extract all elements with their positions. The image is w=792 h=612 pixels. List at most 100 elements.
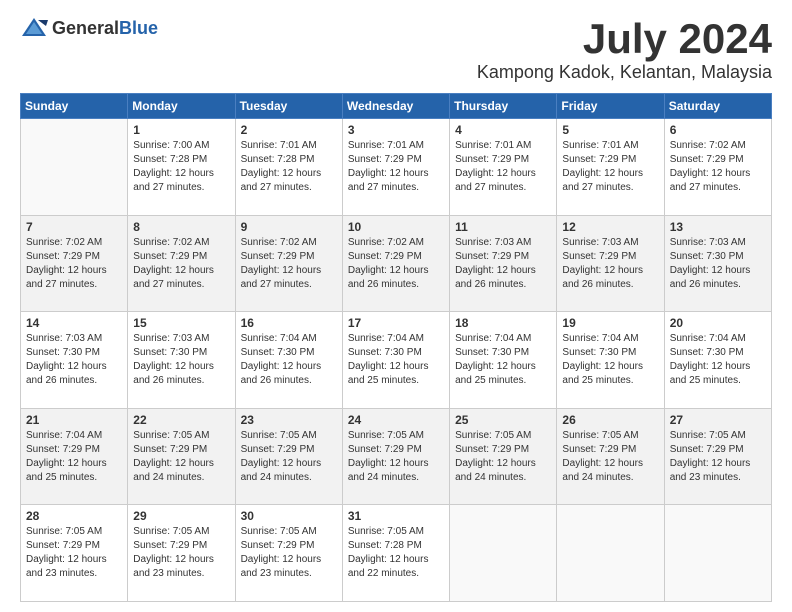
- day-info: Sunrise: 7:00 AMSunset: 7:28 PMDaylight:…: [133, 139, 229, 195]
- day-number: 23: [241, 413, 337, 427]
- day-info: Sunrise: 7:03 AMSunset: 7:29 PMDaylight:…: [455, 236, 551, 292]
- day-number: 12: [562, 220, 658, 234]
- title-block: July 2024 Kampong Kadok, Kelantan, Malay…: [477, 16, 772, 83]
- table-row: 5 Sunrise: 7:01 AMSunset: 7:29 PMDaylight…: [557, 119, 664, 216]
- table-row: 23Sunrise: 7:05 AMSunset: 7:29 PMDayligh…: [235, 408, 342, 505]
- day-info: Sunrise: 7:02 AMSunset: 7:29 PMDaylight:…: [133, 236, 229, 292]
- col-tuesday: Tuesday: [235, 94, 342, 119]
- calendar-week-row: 7 Sunrise: 7:02 AMSunset: 7:29 PMDaylight…: [21, 215, 772, 312]
- table-row: 6 Sunrise: 7:02 AMSunset: 7:29 PMDaylight…: [664, 119, 771, 216]
- day-number: 9: [241, 220, 337, 234]
- day-info: Sunrise: 7:04 AMSunset: 7:30 PMDaylight:…: [455, 332, 551, 388]
- logo-icon: [20, 16, 48, 40]
- day-number: 5: [562, 123, 658, 137]
- day-number: 22: [133, 413, 229, 427]
- table-row: 28 Sunrise: 7:05 AMSunset: 7:29 PMDayligh…: [21, 505, 128, 602]
- day-info: Sunrise: 7:02 AMSunset: 7:29 PMDaylight:…: [670, 139, 766, 195]
- table-row: 1 Sunrise: 7:00 AMSunset: 7:28 PMDaylight…: [128, 119, 235, 216]
- calendar-week-row: 14Sunrise: 7:03 AMSunset: 7:30 PMDayligh…: [21, 312, 772, 409]
- day-info: Sunrise: 7:01 AMSunset: 7:29 PMDaylight:…: [455, 139, 551, 195]
- table-row: 29 Sunrise: 7:05 AMSunset: 7:29 PMDayligh…: [128, 505, 235, 602]
- day-info: Sunrise: 7:05 AMSunset: 7:29 PMDaylight:…: [133, 525, 229, 581]
- calendar-week-row: 1 Sunrise: 7:00 AMSunset: 7:28 PMDaylight…: [21, 119, 772, 216]
- day-info: Sunrise: 7:02 AMSunset: 7:29 PMDaylight:…: [241, 236, 337, 292]
- day-number: 28: [26, 509, 122, 523]
- day-info: Sunrise: 7:04 AMSunset: 7:29 PMDaylight:…: [26, 429, 122, 485]
- col-friday: Friday: [557, 94, 664, 119]
- day-number: 30: [241, 509, 337, 523]
- day-info: Sunrise: 7:03 AMSunset: 7:30 PMDaylight:…: [26, 332, 122, 388]
- table-row: 15Sunrise: 7:03 AMSunset: 7:30 PMDayligh…: [128, 312, 235, 409]
- day-number: 13: [670, 220, 766, 234]
- day-info: Sunrise: 7:02 AMSunset: 7:29 PMDaylight:…: [348, 236, 444, 292]
- calendar-header-row: Sunday Monday Tuesday Wednesday Thursday…: [21, 94, 772, 119]
- day-number: 10: [348, 220, 444, 234]
- day-number: 20: [670, 316, 766, 330]
- col-wednesday: Wednesday: [342, 94, 449, 119]
- table-row: 7 Sunrise: 7:02 AMSunset: 7:29 PMDaylight…: [21, 215, 128, 312]
- day-number: 25: [455, 413, 551, 427]
- table-row: 20Sunrise: 7:04 AMSunset: 7:30 PMDayligh…: [664, 312, 771, 409]
- day-number: 11: [455, 220, 551, 234]
- table-row: 2Sunrise: 7:01 AMSunset: 7:28 PMDaylight…: [235, 119, 342, 216]
- table-row: 8 Sunrise: 7:02 AMSunset: 7:29 PMDaylight…: [128, 215, 235, 312]
- logo-general: General: [52, 18, 119, 38]
- day-number: 7: [26, 220, 122, 234]
- day-number: 2: [241, 123, 337, 137]
- table-row: 10 Sunrise: 7:02 AMSunset: 7:29 PMDayligh…: [342, 215, 449, 312]
- day-info: Sunrise: 7:04 AMSunset: 7:30 PMDaylight:…: [241, 332, 337, 388]
- col-sunday: Sunday: [21, 94, 128, 119]
- table-row: 16Sunrise: 7:04 AMSunset: 7:30 PMDayligh…: [235, 312, 342, 409]
- col-saturday: Saturday: [664, 94, 771, 119]
- location-title: Kampong Kadok, Kelantan, Malaysia: [477, 62, 772, 83]
- day-info: Sunrise: 7:03 AMSunset: 7:30 PMDaylight:…: [133, 332, 229, 388]
- month-title: July 2024: [477, 16, 772, 62]
- logo: GeneralBlue: [20, 16, 158, 40]
- calendar-week-row: 21 Sunrise: 7:04 AMSunset: 7:29 PMDayligh…: [21, 408, 772, 505]
- table-row: [664, 505, 771, 602]
- day-number: 17: [348, 316, 444, 330]
- table-row: 13 Sunrise: 7:03 AMSunset: 7:30 PMDayligh…: [664, 215, 771, 312]
- table-row: 3 Sunrise: 7:01 AMSunset: 7:29 PMDaylight…: [342, 119, 449, 216]
- day-info: Sunrise: 7:05 AMSunset: 7:29 PMDaylight:…: [455, 429, 551, 485]
- day-number: 19: [562, 316, 658, 330]
- day-number: 27: [670, 413, 766, 427]
- day-number: 26: [562, 413, 658, 427]
- header: GeneralBlue July 2024 Kampong Kadok, Kel…: [20, 16, 772, 83]
- day-number: 1: [133, 123, 229, 137]
- day-number: 6: [670, 123, 766, 137]
- day-info: Sunrise: 7:05 AMSunset: 7:29 PMDaylight:…: [562, 429, 658, 485]
- table-row: 25 Sunrise: 7:05 AMSunset: 7:29 PMDayligh…: [450, 408, 557, 505]
- table-row: 17Sunrise: 7:04 AMSunset: 7:30 PMDayligh…: [342, 312, 449, 409]
- day-info: Sunrise: 7:05 AMSunset: 7:29 PMDaylight:…: [241, 525, 337, 581]
- table-row: 4 Sunrise: 7:01 AMSunset: 7:29 PMDaylight…: [450, 119, 557, 216]
- table-row: 12Sunrise: 7:03 AMSunset: 7:29 PMDayligh…: [557, 215, 664, 312]
- table-row: [557, 505, 664, 602]
- table-row: 31Sunrise: 7:05 AMSunset: 7:28 PMDayligh…: [342, 505, 449, 602]
- day-info: Sunrise: 7:05 AMSunset: 7:28 PMDaylight:…: [348, 525, 444, 581]
- table-row: 18 Sunrise: 7:04 AMSunset: 7:30 PMDayligh…: [450, 312, 557, 409]
- day-number: 8: [133, 220, 229, 234]
- table-row: 27Sunrise: 7:05 AMSunset: 7:29 PMDayligh…: [664, 408, 771, 505]
- logo-blue: Blue: [119, 18, 158, 38]
- day-info: Sunrise: 7:05 AMSunset: 7:29 PMDaylight:…: [348, 429, 444, 485]
- day-info: Sunrise: 7:05 AMSunset: 7:29 PMDaylight:…: [26, 525, 122, 581]
- table-row: 9 Sunrise: 7:02 AMSunset: 7:29 PMDaylight…: [235, 215, 342, 312]
- day-number: 3: [348, 123, 444, 137]
- calendar-page: GeneralBlue July 2024 Kampong Kadok, Kel…: [0, 0, 792, 612]
- logo-text: GeneralBlue: [52, 18, 158, 39]
- day-info: Sunrise: 7:01 AMSunset: 7:29 PMDaylight:…: [348, 139, 444, 195]
- day-info: Sunrise: 7:02 AMSunset: 7:29 PMDaylight:…: [26, 236, 122, 292]
- table-row: 21 Sunrise: 7:04 AMSunset: 7:29 PMDayligh…: [21, 408, 128, 505]
- day-number: 29: [133, 509, 229, 523]
- day-number: 21: [26, 413, 122, 427]
- table-row: 22Sunrise: 7:05 AMSunset: 7:29 PMDayligh…: [128, 408, 235, 505]
- col-monday: Monday: [128, 94, 235, 119]
- table-row: [21, 119, 128, 216]
- day-info: Sunrise: 7:03 AMSunset: 7:30 PMDaylight:…: [670, 236, 766, 292]
- day-number: 18: [455, 316, 551, 330]
- day-info: Sunrise: 7:01 AMSunset: 7:29 PMDaylight:…: [562, 139, 658, 195]
- calendar-week-row: 28 Sunrise: 7:05 AMSunset: 7:29 PMDayligh…: [21, 505, 772, 602]
- day-number: 4: [455, 123, 551, 137]
- table-row: 26 Sunrise: 7:05 AMSunset: 7:29 PMDayligh…: [557, 408, 664, 505]
